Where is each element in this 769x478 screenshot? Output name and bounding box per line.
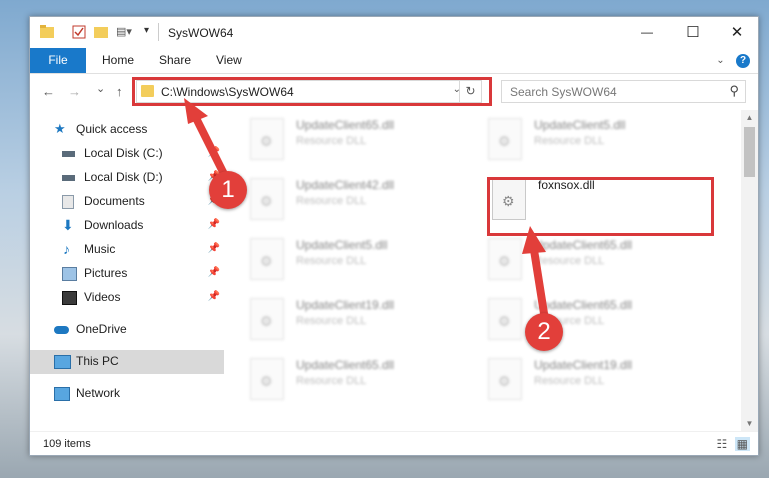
arrow-1 [184,98,232,186]
arrow-2 [522,226,550,330]
step-badge-2: 2 [525,313,563,351]
annotation-arrows [184,98,550,330]
step-badge-1: 1 [209,171,247,209]
